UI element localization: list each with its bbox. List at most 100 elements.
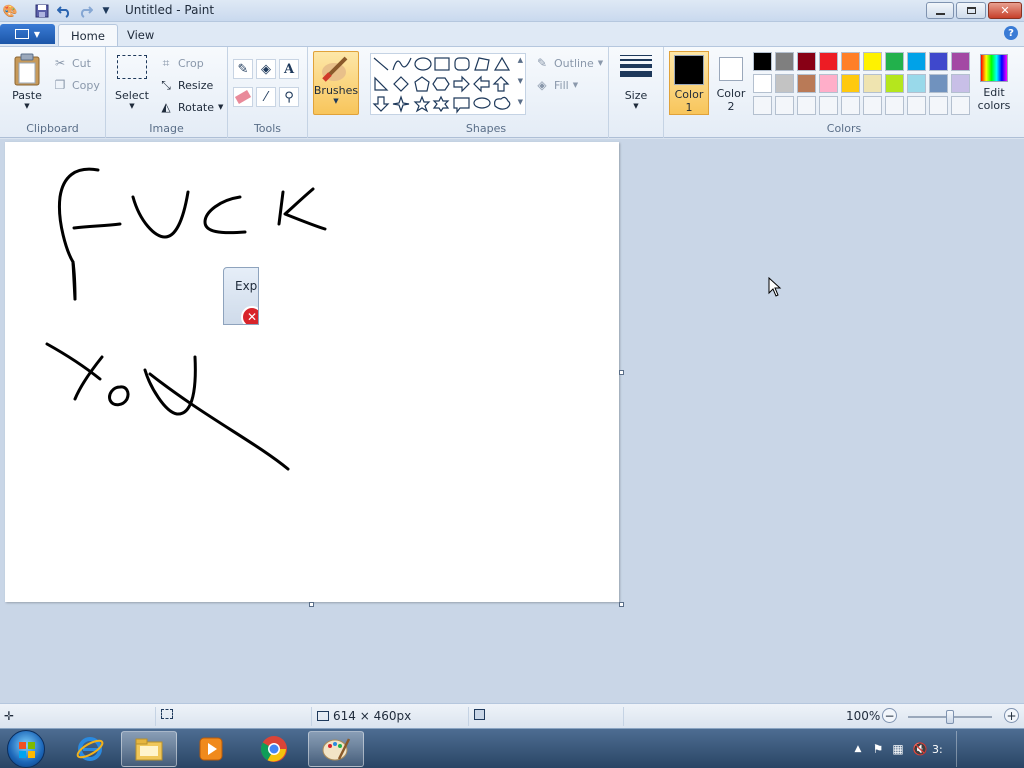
color1-button[interactable]: Color 1 xyxy=(669,51,709,115)
file-menu-button[interactable]: ▼ xyxy=(0,24,55,44)
resize-handle-bottom[interactable] xyxy=(309,602,314,607)
color-swatch[interactable] xyxy=(841,74,860,93)
chevron-down-icon: ▼ xyxy=(218,103,224,111)
taskbar-media-player[interactable] xyxy=(183,731,239,767)
clock[interactable]: 3: xyxy=(932,741,943,757)
paint-app-icon[interactable]: 🎨 xyxy=(2,3,18,19)
custom-color-slot[interactable] xyxy=(753,96,772,115)
drawing-canvas[interactable]: Explo ✕ xyxy=(5,142,619,602)
color-swatch[interactable] xyxy=(797,52,816,71)
copy-label: Copy xyxy=(72,78,100,92)
mouse-cursor-icon xyxy=(768,277,782,297)
zoom-in-icon[interactable]: + xyxy=(1004,708,1019,723)
gallery-more-icon[interactable]: ▼ xyxy=(518,98,523,106)
paint-palette-icon xyxy=(322,738,351,761)
chevron-down-icon: ▼ xyxy=(633,102,639,110)
close-button[interactable]: ✕ xyxy=(988,2,1022,19)
image-group-label: Image xyxy=(149,122,184,135)
custom-color-slot[interactable] xyxy=(841,96,860,115)
color-swatch[interactable] xyxy=(775,52,794,71)
fill-bucket-icon[interactable]: ◈ xyxy=(256,59,276,79)
undo-icon[interactable] xyxy=(56,3,72,19)
five-point-star-shape xyxy=(413,95,431,113)
color-swatch[interactable] xyxy=(951,74,970,93)
custom-color-slot[interactable] xyxy=(775,96,794,115)
color-swatch[interactable] xyxy=(951,52,970,71)
copy-button[interactable]: ❐ Copy xyxy=(52,77,100,93)
custom-color-slot[interactable] xyxy=(885,96,904,115)
action-center-flag-icon[interactable]: ⚑ xyxy=(870,741,886,757)
text-tool-icon[interactable]: A xyxy=(279,59,299,79)
redo-icon[interactable] xyxy=(78,3,94,19)
show-hidden-icons-icon[interactable]: ▲ xyxy=(850,741,866,757)
taskbar-paint[interactable] xyxy=(308,731,364,767)
color-swatch[interactable] xyxy=(929,52,948,71)
status-separator xyxy=(311,707,312,726)
color-swatch[interactable] xyxy=(885,74,904,93)
custom-color-slot[interactable] xyxy=(929,96,948,115)
color-swatch[interactable] xyxy=(929,74,948,93)
save-icon[interactable] xyxy=(34,3,50,19)
color-swatch[interactable] xyxy=(753,52,772,71)
customize-qat-icon[interactable]: ▼ xyxy=(98,3,114,19)
custom-color-slot[interactable] xyxy=(907,96,926,115)
canvas-workspace[interactable]: Explo ✕ xyxy=(0,139,1024,703)
rotate-button[interactable]: ◭ Rotate ▼ xyxy=(158,99,223,115)
chevron-down-icon: ▼ xyxy=(333,97,339,105)
tab-home[interactable]: Home xyxy=(58,24,118,46)
color-swatch[interactable] xyxy=(863,74,882,93)
color-swatch[interactable] xyxy=(775,74,794,93)
color2-button[interactable]: Color 2 xyxy=(711,51,751,115)
select-button[interactable]: Select ▼ xyxy=(114,55,150,110)
pencil-icon[interactable]: ✎ xyxy=(233,59,253,79)
network-icon[interactable]: ▦ xyxy=(890,741,906,757)
custom-color-slot[interactable] xyxy=(797,96,816,115)
color-swatch[interactable] xyxy=(907,74,926,93)
taskbar: ▲ ⚑ ▦ 🔇 3: xyxy=(0,728,1024,768)
edit-colors-button[interactable]: Edit colors xyxy=(975,51,1013,115)
zoom-slider-thumb[interactable] xyxy=(946,710,954,724)
drawing-strokes xyxy=(45,167,327,471)
custom-color-slot[interactable] xyxy=(863,96,882,115)
color-swatch[interactable] xyxy=(907,52,926,71)
crop-button[interactable]: ⌗ Crop xyxy=(158,55,204,71)
color-picker-icon[interactable]: ⁄ xyxy=(256,87,276,107)
restore-button[interactable] xyxy=(956,2,986,19)
taskbar-file-explorer[interactable] xyxy=(121,731,177,767)
custom-color-slot[interactable] xyxy=(819,96,838,115)
start-button[interactable] xyxy=(7,730,45,768)
help-icon[interactable]: ? xyxy=(1004,26,1018,40)
color-swatch[interactable] xyxy=(819,74,838,93)
magnifier-icon[interactable]: ⚲ xyxy=(279,87,299,107)
size-button[interactable]: Size ▼ xyxy=(619,53,653,110)
show-desktop-button[interactable] xyxy=(956,731,966,767)
color-swatch[interactable] xyxy=(753,74,772,93)
diamond-shape xyxy=(393,76,409,92)
eraser-icon[interactable] xyxy=(233,87,253,107)
fill-button[interactable]: ◈ Fill ▼ xyxy=(534,77,578,93)
taskbar-chrome[interactable] xyxy=(246,731,302,767)
minimize-button[interactable] xyxy=(926,2,954,19)
color-swatch[interactable] xyxy=(797,74,816,93)
resize-handle-right[interactable] xyxy=(619,370,624,375)
color-swatch[interactable] xyxy=(863,52,882,71)
zoom-out-icon[interactable]: − xyxy=(882,708,897,723)
rotate-icon: ◭ xyxy=(161,100,171,114)
tab-view[interactable]: View xyxy=(115,24,166,46)
taskbar-internet-explorer[interactable] xyxy=(62,731,118,767)
color-swatch[interactable] xyxy=(841,52,860,71)
paste-button[interactable]: Paste ▼ xyxy=(8,53,46,110)
outline-button[interactable]: ✎ Outline ▼ xyxy=(534,55,603,71)
custom-color-slot[interactable] xyxy=(951,96,970,115)
gallery-scroll-up-icon[interactable]: ▲ xyxy=(518,56,523,64)
resize-handle-corner[interactable] xyxy=(619,602,624,607)
error-icon: ✕ xyxy=(241,306,258,324)
volume-muted-icon[interactable]: 🔇 xyxy=(912,741,928,757)
color-swatch[interactable] xyxy=(819,52,838,71)
cut-button[interactable]: ✂ Cut xyxy=(52,55,91,71)
tools-group: ✎ ◈ A ⁄ ⚲ Tools xyxy=(228,47,308,138)
gallery-scroll-down-icon[interactable]: ▼ xyxy=(518,77,523,85)
color-swatch[interactable] xyxy=(885,52,904,71)
brushes-button[interactable]: Brushes ▼ xyxy=(313,51,359,115)
resize-button[interactable]: ⤡ Resize xyxy=(158,77,213,93)
